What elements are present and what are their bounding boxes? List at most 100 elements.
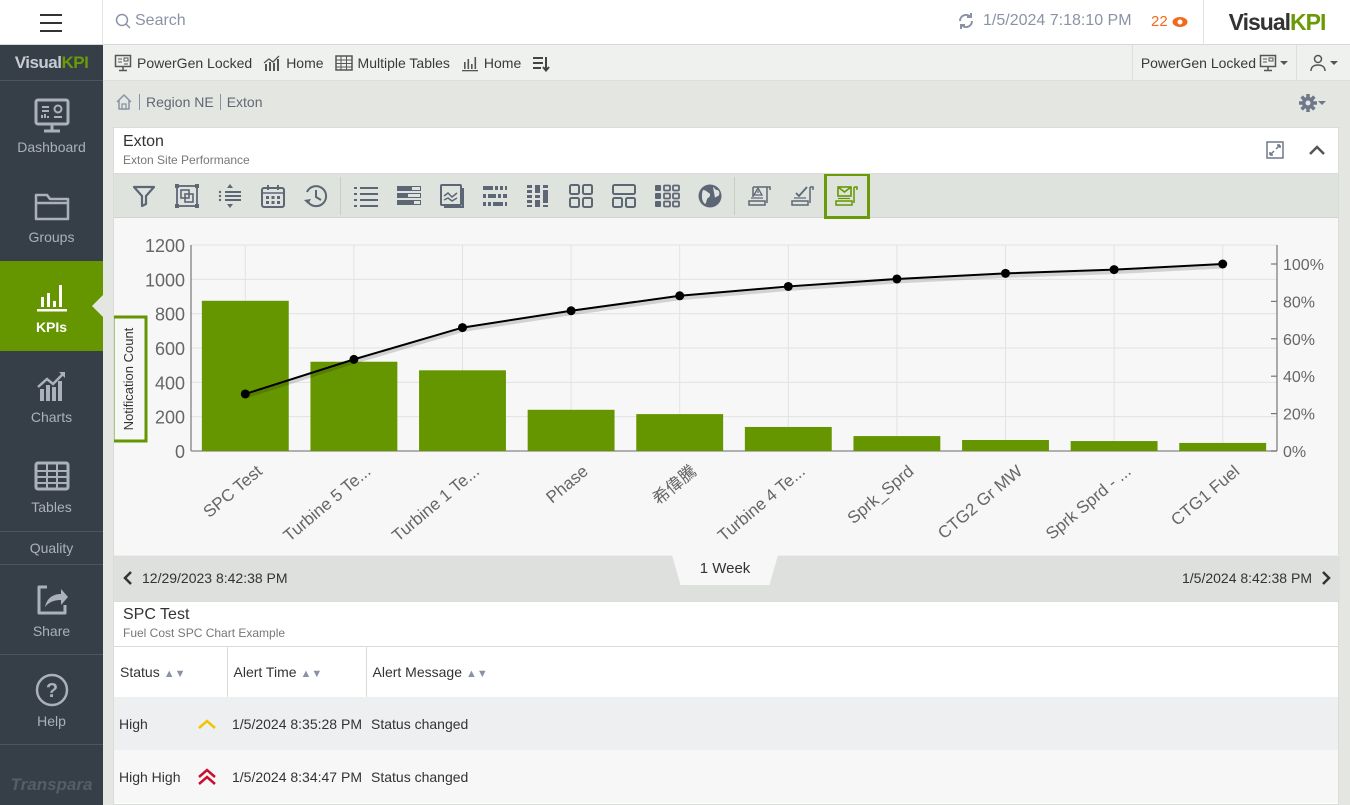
- column-header-status[interactable]: Status ▲▼: [114, 647, 228, 697]
- quicklink-label: Home: [483, 54, 522, 71]
- select-area-button[interactable]: [165, 174, 208, 218]
- toolbar-divider: [734, 176, 735, 215]
- dashboard-icon: [34, 98, 69, 133]
- bar: [744, 426, 832, 451]
- dashboard-selector[interactable]: PowerGen Locked: [1131, 45, 1296, 81]
- sidebar-item-share[interactable]: Share: [0, 565, 103, 655]
- check-scroll-icon: [790, 185, 814, 206]
- list-view-button[interactable]: [344, 174, 387, 218]
- sidebar-item-charts[interactable]: Charts: [0, 351, 103, 441]
- sidebar-item-quality[interactable]: Quality: [0, 531, 103, 565]
- more-quicklinks-button[interactable]: [532, 54, 551, 72]
- cumulative-point: [349, 354, 359, 364]
- cumulative-point: [566, 306, 576, 316]
- alert-message: Status changed: [366, 697, 1338, 750]
- table-row[interactable]: High 1/5/2024 8:35:28 PM Status changed: [114, 697, 1338, 750]
- map-view-button[interactable]: [688, 174, 731, 218]
- notification-scroll-icon: [835, 185, 858, 206]
- time-range-bar: 1 Week 12/29/2023 8:42:38 PM 1/5/2024 8:…: [114, 555, 1340, 601]
- sidebar-item-tables[interactable]: Tables: [0, 441, 103, 531]
- bar-chart-icon: [36, 285, 67, 312]
- cumulative-point: [783, 281, 793, 291]
- tiles-compact-view-button[interactable]: [645, 174, 688, 218]
- settings-menu-button[interactable]: [1298, 93, 1326, 113]
- x-tick-label: 希偉騰: [649, 462, 700, 509]
- calendar-icon: [260, 184, 285, 208]
- breadcrumb-region[interactable]: Region NE: [146, 94, 214, 110]
- detail-subtitle: Fuel Cost SPC Chart Example: [123, 626, 286, 640]
- column-header-alert-message[interactable]: Alert Message ▲▼: [366, 647, 1338, 697]
- user-menu-button[interactable]: [1296, 45, 1350, 81]
- quicklink-home-chart[interactable]: Home: [263, 54, 324, 72]
- acknowledged-button[interactable]: [781, 174, 824, 218]
- grid-dense-view-button[interactable]: [473, 174, 516, 218]
- logo-text-kpi: KPI: [1290, 9, 1326, 35]
- quicklink-home-kpis[interactable]: Home: [461, 54, 521, 72]
- select-area-icon: [174, 183, 199, 208]
- watch-count-button[interactable]: 22: [1151, 13, 1188, 30]
- y-right-tick-label: 20%: [1283, 407, 1315, 424]
- column-header-alert-time[interactable]: Alert Time ▲▼: [227, 647, 367, 697]
- menu-button[interactable]: [0, 0, 103, 45]
- chevron-right-icon[interactable]: [1320, 570, 1332, 586]
- sidebar-item-label: Charts: [30, 409, 73, 425]
- breadcrumb-site[interactable]: Exton: [227, 94, 263, 110]
- notifications-button[interactable]: [824, 172, 870, 219]
- time-range-selector[interactable]: 1 Week: [672, 555, 778, 585]
- bar-list-view-button[interactable]: [387, 174, 430, 218]
- sidebar-item-dashboard[interactable]: Dashboard: [0, 81, 103, 171]
- y-tick-label: 800: [155, 305, 185, 325]
- cumulative-point: [240, 389, 250, 399]
- sidebar-item-label: Quality: [29, 540, 74, 556]
- sparkline-view-button[interactable]: [430, 174, 473, 218]
- y-tick-label: 1000: [145, 270, 185, 290]
- search-input[interactable]: Search: [115, 12, 186, 30]
- dashboard-icon: [114, 54, 132, 71]
- top-bar: Search 1/5/2024 7:18:10 PM 22 Visual KPI: [0, 0, 1350, 45]
- y-right-tick-label: 0%: [1283, 444, 1306, 461]
- x-tick-label: CTG2 Gr MW: [934, 462, 1026, 543]
- history-button[interactable]: [294, 174, 337, 218]
- tiles-view-button[interactable]: [559, 174, 602, 218]
- sidebar-item-groups[interactable]: Groups: [0, 171, 103, 261]
- tiles-wide-view-button[interactable]: [602, 174, 645, 218]
- table-row[interactable]: High High 1/5/2024 8:34:47 PM Status cha…: [114, 750, 1338, 803]
- cumulative-point: [675, 291, 685, 301]
- alerts-button[interactable]: [738, 174, 781, 218]
- collapse-chevron-up-icon[interactable]: [1308, 144, 1326, 156]
- y-tick-label: 400: [155, 373, 185, 393]
- quicklink-multiple-tables[interactable]: Multiple Tables: [334, 54, 450, 72]
- notification-detail-panel: SPC Test Fuel Cost SPC Chart Example Sta…: [113, 602, 1339, 805]
- sidebar-item-help[interactable]: ? Help: [0, 655, 103, 745]
- hamburger-icon: [40, 11, 62, 35]
- quicklink-label: PowerGen Locked: [137, 54, 253, 71]
- sidebar: Visual KPI Dashboard Groups KPIs Charts T…: [0, 45, 103, 805]
- watch-count: 22: [1151, 13, 1168, 30]
- x-tick-label: Turbine 5 Te...: [280, 462, 375, 546]
- chevron-up-icon: [198, 718, 216, 729]
- sidebar-item-kpis[interactable]: KPIs: [0, 261, 103, 351]
- chevron-left-icon[interactable]: [122, 570, 134, 586]
- x-tick-label: Turbine 4 Te...: [714, 462, 809, 546]
- expand-icon[interactable]: [1266, 141, 1284, 159]
- panel-subtitle: Exton Site Performance: [123, 153, 250, 167]
- expand-rows-button[interactable]: [208, 174, 251, 218]
- bar-list-icon: [396, 185, 421, 205]
- sidebar-item-label: KPIs: [35, 319, 68, 335]
- calendar-button[interactable]: [251, 174, 294, 218]
- quicklink-powergen-locked[interactable]: PowerGen Locked: [114, 54, 252, 72]
- sort-icon: ▲▼: [163, 668, 186, 680]
- search-icon: [115, 13, 131, 29]
- filter-button[interactable]: [122, 174, 165, 218]
- bar: [636, 414, 724, 451]
- folder-icon: [34, 193, 69, 221]
- cumulative-point: [1001, 268, 1010, 278]
- sort-list-icon: [533, 56, 551, 72]
- gear-icon: [1299, 94, 1317, 112]
- home-icon[interactable]: [115, 93, 133, 111]
- pareto-chart: 0 200 400 600 800 1000 1200 0% 20% 40% 60% 80% 100% S…: [111, 218, 1340, 558]
- grid-columns-view-button[interactable]: [516, 174, 559, 218]
- refresh-button[interactable]: 1/5/2024 7:18:10 PM: [957, 12, 1132, 30]
- logo-text-visual: Visual: [1228, 9, 1291, 35]
- caret-down-icon: [1330, 61, 1338, 65]
